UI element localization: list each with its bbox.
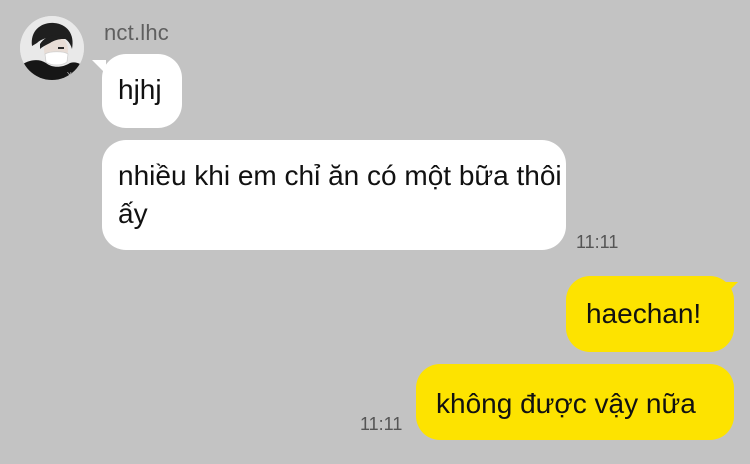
message-text: không được vậy nữa bbox=[436, 388, 696, 419]
message-text: hjhj bbox=[118, 74, 162, 105]
chat-thread: YO nct.lhc hjhj nhiều khi em chỉ ăn có m… bbox=[0, 0, 750, 464]
message-timestamp: 11:11 bbox=[360, 414, 403, 434]
message-timestamp: 11:11 bbox=[576, 232, 619, 252]
message-text: haechan! bbox=[586, 298, 702, 329]
incoming-message-bubble[interactable]: nhiều khi em chỉ ăn có một bữa thôi ấy bbox=[102, 140, 566, 250]
message-text: nhiều khi em chỉ ăn có một bữa thôi ấy bbox=[118, 160, 562, 229]
outgoing-message-bubble[interactable]: không được vậy nữa bbox=[416, 364, 734, 440]
outgoing-message-bubble[interactable]: haechan! bbox=[566, 276, 734, 352]
incoming-message-bubble[interactable]: hjhj bbox=[102, 54, 182, 128]
sender-name[interactable]: nct.lhc bbox=[104, 20, 169, 46]
avatar[interactable]: YO bbox=[20, 16, 84, 80]
svg-text:YO: YO bbox=[67, 72, 78, 79]
profile-photo-icon: YO bbox=[20, 16, 84, 80]
